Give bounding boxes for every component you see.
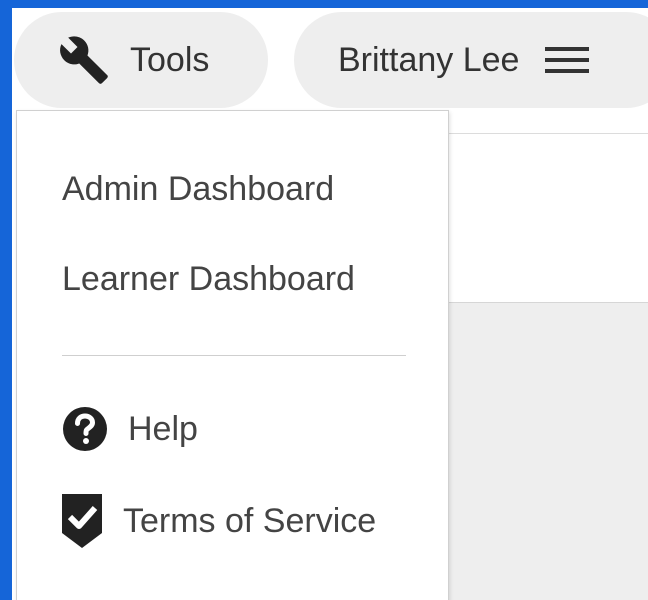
- tools-button-label: Tools: [130, 40, 210, 79]
- hamburger-menu-icon: [543, 40, 593, 80]
- question-circle-icon: [62, 406, 108, 452]
- menu-item-terms-of-service[interactable]: Terms of Service: [61, 493, 376, 549]
- content-area: [449, 303, 648, 600]
- menu-item-label: Admin Dashboard: [62, 169, 335, 208]
- shield-check-icon: [61, 493, 103, 549]
- menu-divider: [62, 355, 406, 356]
- app-viewport: Tools Brittany Lee Admin Dashboard Learn…: [12, 8, 648, 600]
- menu-item-learner-dashboard[interactable]: Learner Dashboard: [62, 256, 355, 302]
- menu-item-admin-dashboard[interactable]: Admin Dashboard: [62, 166, 334, 212]
- menu-item-label: Terms of Service: [123, 501, 377, 540]
- wrench-icon: [58, 34, 110, 86]
- tools-dropdown-menu: Admin Dashboard Learner Dashboard Help T…: [16, 110, 449, 600]
- menu-item-help[interactable]: Help: [62, 403, 198, 455]
- menu-item-label: Learner Dashboard: [62, 259, 355, 298]
- header-divider: [449, 133, 648, 134]
- user-name-label: Brittany Lee: [338, 40, 520, 79]
- user-menu-button[interactable]: Brittany Lee: [294, 12, 648, 108]
- tools-button[interactable]: Tools: [14, 12, 268, 108]
- menu-item-label: Help: [128, 409, 198, 448]
